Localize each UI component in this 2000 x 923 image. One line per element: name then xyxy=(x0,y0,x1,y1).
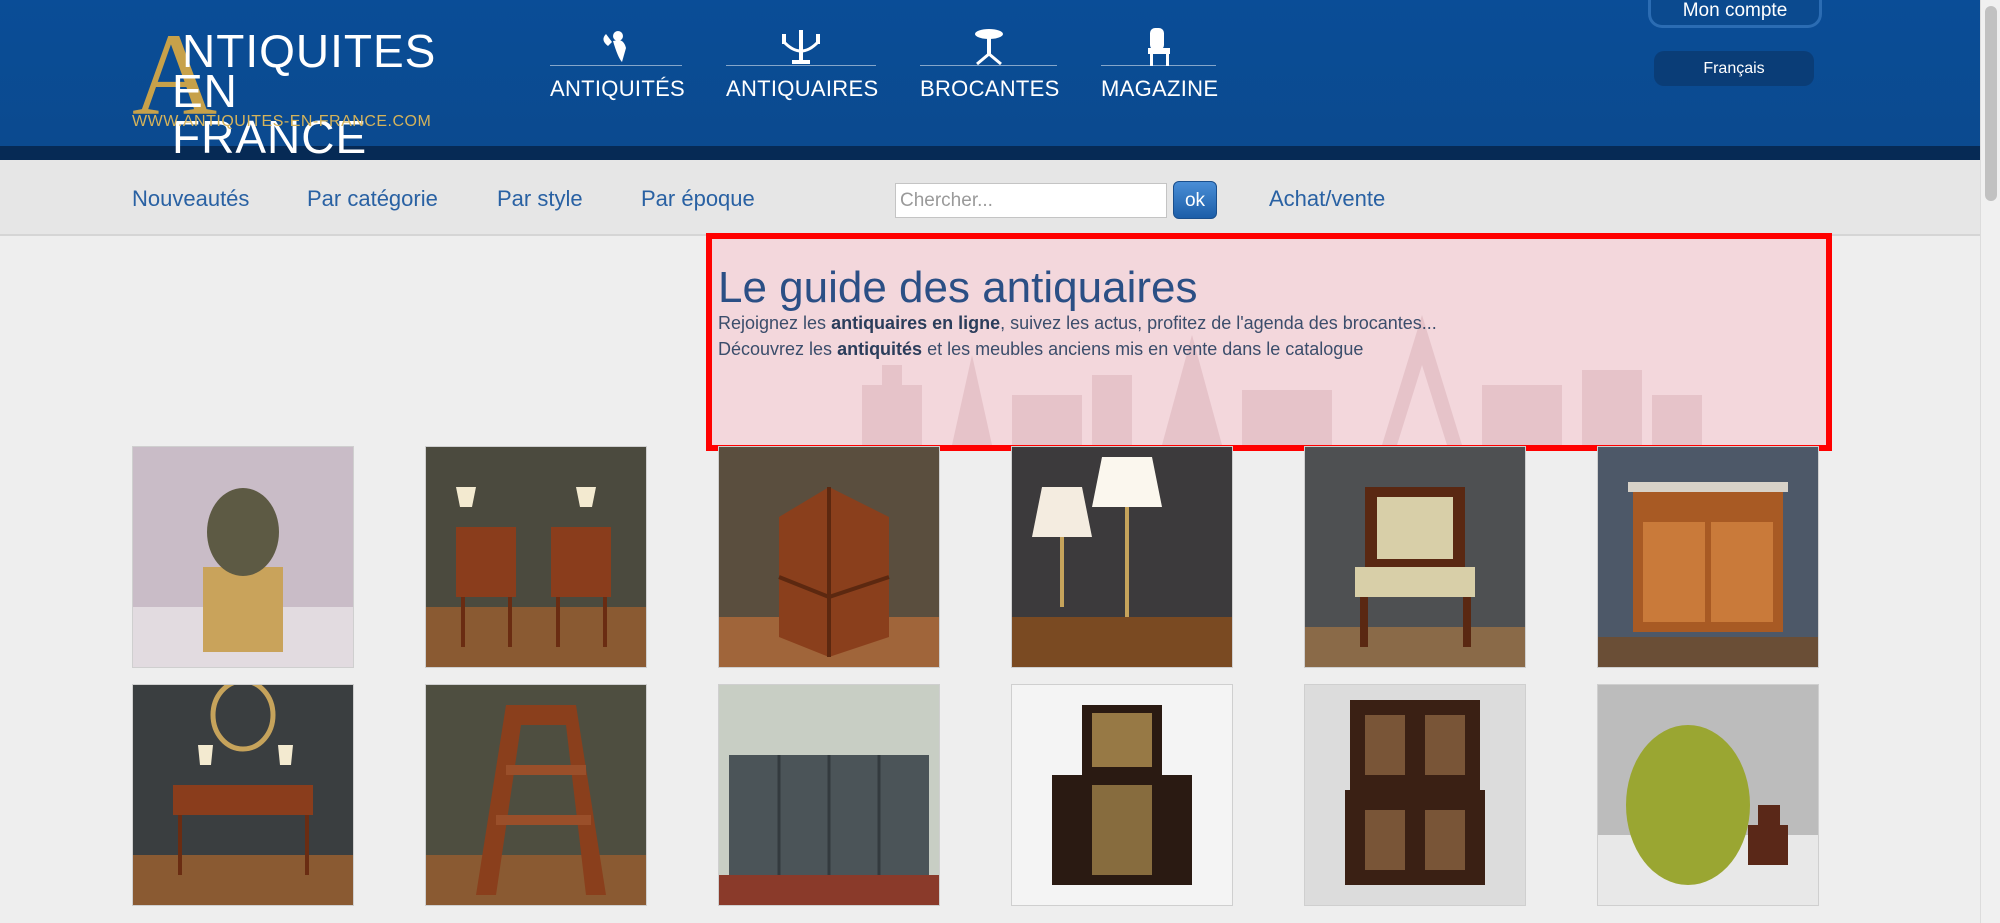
guide-banner: Le guide des antiquaires Rejoignez les a… xyxy=(706,233,1832,451)
product-card-armchair[interactable] xyxy=(1304,446,1526,668)
site-logo[interactable]: A NTIQUITES EN FRANCE WWW.ANTIQUITES-EN-… xyxy=(132,16,442,161)
nav-brocantes-label: BROCANTES xyxy=(920,76,1060,101)
product-card-commode[interactable] xyxy=(1597,446,1819,668)
logo-url: WWW.ANTIQUITES-EN-FRANCE.COM xyxy=(132,113,432,130)
product-card-revolving-bookcase[interactable] xyxy=(718,446,940,668)
subnav-par-style[interactable]: Par style xyxy=(497,186,583,212)
subnav-achat-vente[interactable]: Achat/vente xyxy=(1269,186,1385,212)
candelabra-icon xyxy=(726,22,876,66)
page-scrollbar[interactable] xyxy=(1980,0,2000,923)
language-selector[interactable]: Français xyxy=(1654,51,1814,86)
nav-antiquites-label: ANTIQUITÉS xyxy=(550,76,686,101)
search-ok-button[interactable]: ok xyxy=(1173,181,1217,219)
product-card-lamps[interactable] xyxy=(1011,446,1233,668)
product-card-buffet[interactable] xyxy=(1304,684,1526,906)
nav-magazine-label: MAGAZINE xyxy=(1101,76,1219,101)
product-card-library-steps[interactable] xyxy=(425,684,647,906)
cherub-icon xyxy=(550,22,682,66)
paris-skyline-icon xyxy=(862,315,1702,445)
nav-magazine[interactable]: MAGAZINE xyxy=(1101,22,1219,112)
product-card-folding-screen[interactable] xyxy=(718,684,940,906)
guide-intro-line-1: Rejoignez les antiquaires en ligne, suiv… xyxy=(718,313,1437,333)
scrollbar-thumb[interactable] xyxy=(1985,6,1997,201)
nav-antiquites[interactable]: ANTIQUITÉS xyxy=(550,22,686,112)
nav-brocantes[interactable]: BROCANTES xyxy=(920,22,1060,112)
search-input[interactable] xyxy=(895,183,1167,218)
gueridon-table-icon xyxy=(920,22,1057,66)
nav-antiquaires[interactable]: ANTIQUAIRES xyxy=(726,22,879,112)
product-card-bronze-head[interactable] xyxy=(132,446,354,668)
subnav-par-epoque[interactable]: Par époque xyxy=(641,186,755,212)
nav-antiquaires-label: ANTIQUAIRES xyxy=(726,76,879,101)
chair-icon xyxy=(1101,22,1216,66)
link-antiquites[interactable]: antiquités xyxy=(837,339,922,359)
link-antiquaires-en-ligne[interactable]: antiquaires en ligne xyxy=(831,313,1000,333)
product-card-pear-and-dog[interactable] xyxy=(1597,684,1819,906)
product-card-bedside-tables[interactable] xyxy=(425,446,647,668)
subnav-nouveautes[interactable]: Nouveautés xyxy=(132,186,249,212)
subnav-par-categorie[interactable]: Par catégorie xyxy=(307,186,438,212)
product-card-boulle-cabinet[interactable] xyxy=(1011,684,1233,906)
guide-title: Le guide des antiquaires xyxy=(718,263,1198,312)
site-header: A NTIQUITES EN FRANCE WWW.ANTIQUITES-EN-… xyxy=(0,0,1980,160)
product-card-writing-desk[interactable] xyxy=(132,684,354,906)
my-account-button[interactable]: Mon compte xyxy=(1648,0,1822,28)
guide-intro-line-2: Découvrez les antiquités et les meubles … xyxy=(718,339,1364,359)
